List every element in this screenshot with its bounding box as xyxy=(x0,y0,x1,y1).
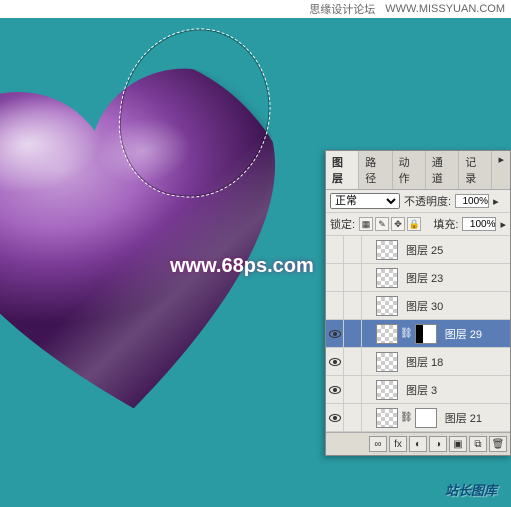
adjustment-icon[interactable]: ◑ xyxy=(429,436,447,452)
lock-pixels-icon[interactable]: ✎ xyxy=(375,217,389,231)
fx-icon[interactable]: fx xyxy=(389,436,407,452)
top-bar: 思缘设计论坛 WWW.MISSYUAN.COM xyxy=(0,0,511,18)
layer-name[interactable]: 图层 3 xyxy=(402,382,510,398)
lock-position-icon[interactable]: ✥ xyxy=(391,217,405,231)
lock-icons: ▦ ✎ ✥ 🔒 xyxy=(359,217,421,231)
tab-channels[interactable]: 通道 xyxy=(426,151,459,189)
panel-tabs: 图层 路径 动作 通道 记录 ▸ xyxy=(326,151,510,190)
fill-arrow-icon[interactable]: ▸ xyxy=(500,218,506,231)
layer-name[interactable]: 图层 25 xyxy=(402,242,510,258)
layer-name[interactable]: 图层 23 xyxy=(402,270,510,286)
link-column xyxy=(344,320,362,347)
lock-label: 锁定: xyxy=(330,216,355,232)
eye-icon xyxy=(329,386,341,394)
mask-thumbnail[interactable] xyxy=(415,324,437,344)
fill-label: 填充: xyxy=(433,216,458,232)
panel-lock-row: 锁定: ▦ ✎ ✥ 🔒 填充: ▸ xyxy=(326,213,510,236)
mask-link-icon[interactable]: ⛓ xyxy=(400,412,413,423)
layer-row[interactable]: 图层 23 xyxy=(326,264,510,292)
opacity-input[interactable] xyxy=(455,194,489,208)
eye-icon xyxy=(329,358,341,366)
visibility-toggle[interactable] xyxy=(326,236,344,263)
link-column xyxy=(344,236,362,263)
layer-thumbnail[interactable] xyxy=(376,296,398,316)
layer-row[interactable]: 图层 30 xyxy=(326,292,510,320)
thumb-wrap xyxy=(372,352,402,372)
thumb-wrap xyxy=(372,296,402,316)
layers-panel: 图层 路径 动作 通道 记录 ▸ 正常 不透明度: ▸ 锁定: ▦ ✎ ✥ 🔒 … xyxy=(325,150,511,456)
tab-actions[interactable]: 动作 xyxy=(393,151,426,189)
layer-name[interactable]: 图层 30 xyxy=(402,298,510,314)
link-column xyxy=(344,404,362,431)
link-icon[interactable]: ∞ xyxy=(369,436,387,452)
layer-thumbnail[interactable] xyxy=(376,324,398,344)
watermark-center: www.68ps.com xyxy=(170,255,314,278)
thumb-wrap: ⛓ xyxy=(372,408,441,428)
fill-input[interactable] xyxy=(462,217,496,231)
layer-thumbnail[interactable] xyxy=(376,408,398,428)
visibility-toggle[interactable] xyxy=(326,404,344,431)
layer-list: 图层 25 图层 23 图层 30 ⛓ 图层 29 图层 18 图层 3 ⛓ 图层 21 xyxy=(326,236,510,432)
new-layer-icon[interactable]: ⧉ xyxy=(469,436,487,452)
thumb-wrap xyxy=(372,268,402,288)
lock-transparency-icon[interactable]: ▦ xyxy=(359,217,373,231)
visibility-toggle[interactable] xyxy=(326,264,344,291)
opacity-arrow-icon[interactable]: ▸ xyxy=(493,195,499,208)
layer-thumbnail[interactable] xyxy=(376,352,398,372)
visibility-toggle[interactable] xyxy=(326,376,344,403)
layer-thumbnail[interactable] xyxy=(376,240,398,260)
thumb-wrap xyxy=(372,380,402,400)
visibility-toggle[interactable] xyxy=(326,348,344,375)
layer-row[interactable]: 图层 18 xyxy=(326,348,510,376)
mask-link-icon[interactable]: ⛓ xyxy=(400,328,413,339)
blend-mode-select[interactable]: 正常 xyxy=(330,193,400,209)
opacity-label: 不透明度: xyxy=(404,193,451,209)
group-icon[interactable]: ▣ xyxy=(449,436,467,452)
tab-history[interactable]: 记录 xyxy=(459,151,492,189)
panel-menu-icon[interactable]: ▸ xyxy=(492,151,510,189)
panel-footer: ∞ fx ◐ ◑ ▣ ⧉ 🗑 xyxy=(326,432,510,455)
mask-thumbnail[interactable] xyxy=(415,408,437,428)
panel-blend-row: 正常 不透明度: ▸ xyxy=(326,190,510,213)
visibility-toggle[interactable] xyxy=(326,320,344,347)
site-url: WWW.MISSYUAN.COM xyxy=(385,3,505,15)
layer-name[interactable]: 图层 29 xyxy=(441,326,510,342)
layer-row[interactable]: ⛓ 图层 21 xyxy=(326,404,510,432)
link-column xyxy=(344,264,362,291)
layer-thumbnail[interactable] xyxy=(376,268,398,288)
tab-layers[interactable]: 图层 xyxy=(326,151,359,189)
thumb-wrap: ⛓ xyxy=(372,324,441,344)
eye-icon xyxy=(329,330,341,338)
eye-icon xyxy=(329,414,341,422)
mask-icon[interactable]: ◐ xyxy=(409,436,427,452)
watermark-bottom: 站长图库 xyxy=(445,480,497,499)
layer-row[interactable]: 图层 25 xyxy=(326,236,510,264)
site-title: 思缘设计论坛 xyxy=(309,1,375,17)
tab-paths[interactable]: 路径 xyxy=(359,151,392,189)
layer-row[interactable]: 图层 3 xyxy=(326,376,510,404)
link-column xyxy=(344,348,362,375)
link-column xyxy=(344,292,362,319)
layer-thumbnail[interactable] xyxy=(376,380,398,400)
trash-icon[interactable]: 🗑 xyxy=(489,436,507,452)
layer-row[interactable]: ⛓ 图层 29 xyxy=(326,320,510,348)
visibility-toggle[interactable] xyxy=(326,292,344,319)
thumb-wrap xyxy=(372,240,402,260)
layer-name[interactable]: 图层 21 xyxy=(441,410,510,426)
link-column xyxy=(344,376,362,403)
layer-name[interactable]: 图层 18 xyxy=(402,354,510,370)
lock-all-icon[interactable]: 🔒 xyxy=(407,217,421,231)
